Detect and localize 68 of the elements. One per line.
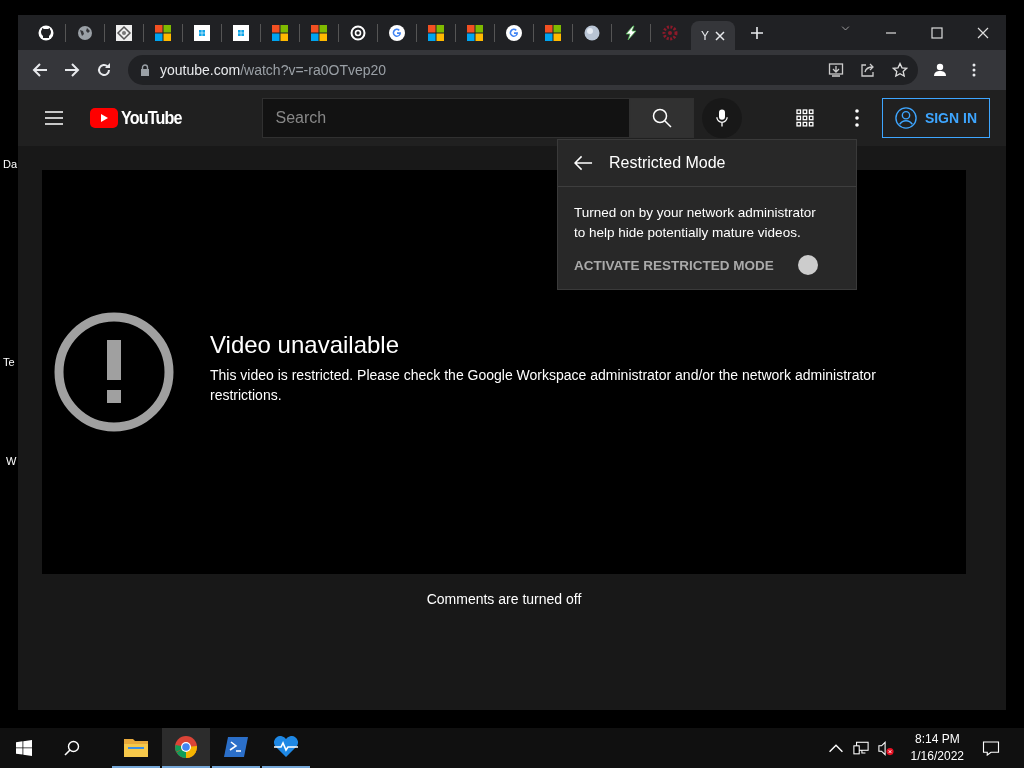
maximize-icon[interactable] [931,26,943,39]
comments-off-text: Comments are turned off [426,591,582,607]
lightning-bolt-icon [623,24,639,41]
gear-icon [662,24,678,41]
start-icon[interactable] [16,740,32,756]
star-icon[interactable] [892,62,908,78]
error-title: Video unavailable [210,331,401,359]
four-squares-icon [155,24,171,41]
menu-icon[interactable] [45,111,63,125]
tab-search-chevron-icon[interactable] [840,23,851,32]
four-squares-icon [428,24,444,41]
four-squares-icon [545,24,561,41]
close-icon[interactable] [977,26,989,39]
search-field[interactable]: Search [262,98,631,138]
globe-icon [77,24,93,41]
g-logo-icon [389,24,405,41]
window-logo-icon [194,24,210,41]
desktop-icon-label[interactable]: W [6,455,17,467]
menu-title: Restricted Mode [609,154,726,172]
lock-icon [140,64,150,76]
toggle-label: ACTIVATE RESTRICTED MODE [574,257,774,273]
apps-grid-icon[interactable] [795,109,814,127]
window-logo-icon [233,24,249,41]
taskbar-app[interactable] [162,728,210,768]
back-arrow-icon[interactable] [32,62,48,78]
error-message: This video is restricted. Please check the Google Workspace administrator and/or the network administrator restrictions. [210,366,877,405]
logo-text[interactable]: YouTube [121,107,182,129]
microphone-icon [716,108,729,128]
desktop-icon-label[interactable]: Te [3,356,15,368]
four-squares-icon [272,24,288,41]
reload-icon[interactable] [96,62,112,78]
forward-arrow-icon[interactable] [64,62,80,78]
menu-description: Turned on by your network administrator to help hide potentially mature videos. [574,204,817,242]
clock-time[interactable]: 8:14 PM [914,731,960,748]
search-icon [652,108,673,128]
restricted-mode-toggle[interactable] [798,255,818,275]
notifications-icon[interactable] [982,740,1000,756]
muted-speaker-icon[interactable] [877,740,894,756]
new-tab-icon[interactable] [750,25,764,40]
account-icon [894,107,917,129]
terminal-icon [224,737,248,757]
g-logo-icon [506,24,522,41]
ring-icon [350,24,366,41]
address-bar[interactable]: youtube.com/watch?v=-ra0OTvep20 [128,55,918,85]
exclamation-circle-icon [54,312,174,432]
diamond-icon [116,24,132,41]
four-squares-icon [311,24,327,41]
folder-icon [124,737,148,757]
four-squares-icon [467,24,483,41]
sphere-icon [584,24,600,41]
install-icon[interactable] [828,62,844,78]
settings-dots-icon[interactable] [853,109,860,127]
share-icon[interactable] [860,62,876,78]
network-icon[interactable] [852,740,869,756]
clock-date[interactable]: 1/16/2022 [910,748,964,765]
browser-tab[interactable]: Y [691,21,735,50]
chrome-style-icon [174,735,198,759]
search-button[interactable] [630,98,695,138]
url-text: youtube.com/watch?v=-ra0OTvep20 [160,62,387,78]
search-icon[interactable] [64,740,80,756]
profile-icon[interactable] [932,62,948,78]
desktop-icon-label[interactable]: Da [3,158,18,170]
cat-silhouette-icon [38,24,54,41]
voice-search-button[interactable] [702,98,743,138]
sign-in-button[interactable]: SIGN IN [881,98,990,138]
play-logo-icon[interactable] [90,108,118,128]
heart-pulse-icon [273,736,299,758]
close-icon[interactable] [715,30,725,41]
